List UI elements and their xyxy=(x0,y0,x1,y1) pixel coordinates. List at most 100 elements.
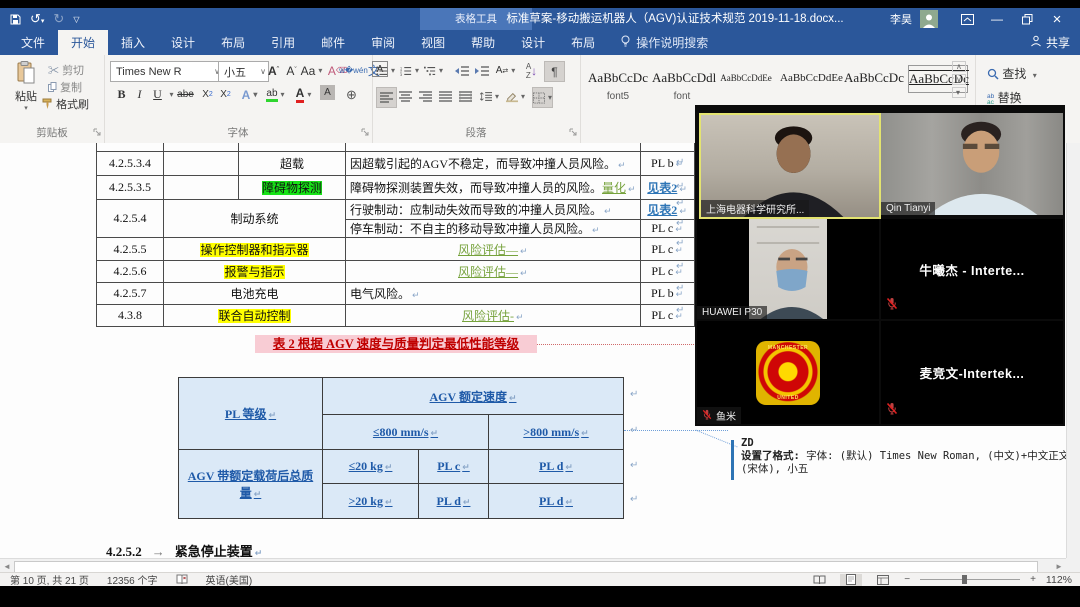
print-layout-icon[interactable] xyxy=(840,574,862,586)
save-icon[interactable] xyxy=(10,14,21,25)
decrease-indent-icon[interactable] xyxy=(452,61,471,80)
participant-tile[interactable]: Qin Tianyi xyxy=(881,113,1063,215)
style-chip[interactable]: AaBbCcDcfont5 xyxy=(588,65,648,107)
tab-view[interactable]: 视图 xyxy=(408,30,458,55)
format-painter-button[interactable]: 格式刷 xyxy=(42,96,89,112)
font-name-select[interactable]: Times New R∨ xyxy=(110,61,223,82)
font-color-icon[interactable]: A▾ xyxy=(294,85,313,104)
bullets-icon[interactable]: ▾ xyxy=(376,61,395,80)
highlight-color-icon[interactable]: ab▾ xyxy=(266,85,285,104)
tab-mailings[interactable]: 邮件 xyxy=(308,30,358,55)
tab-table-layout[interactable]: 布局 xyxy=(558,30,608,55)
read-mode-icon[interactable] xyxy=(808,574,830,586)
font-size-select[interactable]: 小五∨ xyxy=(218,61,269,82)
distribute-icon[interactable] xyxy=(456,87,475,106)
zoom-slider[interactable] xyxy=(920,574,1020,585)
character-shading-icon[interactable]: A xyxy=(320,85,335,100)
show-marks-icon[interactable]: ¶ xyxy=(544,61,565,82)
italic-icon[interactable]: I xyxy=(130,85,149,104)
share-button[interactable]: 共享 xyxy=(1030,30,1070,55)
text-effects-icon[interactable]: A▾ xyxy=(240,85,259,104)
web-layout-icon[interactable] xyxy=(872,574,894,586)
tab-design[interactable]: 设计 xyxy=(158,30,208,55)
style-chip[interactable]: AaBbCcDdlfont xyxy=(652,65,712,107)
font-dialog-launcher-icon[interactable] xyxy=(361,127,369,139)
sort-icon[interactable]: AZ↓ xyxy=(522,61,541,80)
cross-reference-link[interactable]: 见表2 xyxy=(647,181,677,195)
style-chip[interactable]: AaBbCcDdEe xyxy=(780,65,840,107)
ribbon-display-options-icon[interactable] xyxy=(952,8,982,30)
justify-icon[interactable] xyxy=(436,87,455,106)
cross-reference-link[interactable]: 见表2 xyxy=(647,203,677,217)
line-spacing-icon[interactable]: ▾ xyxy=(480,87,499,106)
tab-home[interactable]: 开始 xyxy=(58,30,108,55)
page-indicator[interactable]: 第 10 页, 共 21 页 xyxy=(10,572,89,587)
shrink-font-icon[interactable]: Aˇ xyxy=(282,61,301,80)
tracked-change-text[interactable]: 风险评估— xyxy=(458,265,518,279)
strikethrough-icon[interactable]: abe xyxy=(176,85,195,104)
multilevel-list-icon[interactable]: ▾ xyxy=(424,61,443,80)
styles-scroll-down-icon[interactable]: ∨ xyxy=(952,74,966,85)
styles-scroll-up-icon[interactable]: ∧ xyxy=(952,61,966,72)
scroll-right-icon[interactable]: ► xyxy=(1053,560,1065,572)
horizontal-scrollbar[interactable]: ◄ ► xyxy=(0,558,1066,573)
tab-layout[interactable]: 布局 xyxy=(208,30,258,55)
tracked-change-text[interactable]: 风险评估— xyxy=(458,243,518,257)
replace-button[interactable]: abac 替换 xyxy=(987,89,1022,106)
scroll-left-icon[interactable]: ◄ xyxy=(1,560,13,572)
tab-insert[interactable]: 插入 xyxy=(108,30,158,55)
grow-font-icon[interactable]: Aˆ xyxy=(264,61,283,80)
tab-help[interactable]: 帮助 xyxy=(458,30,508,55)
find-button[interactable]: 查找 ▾ xyxy=(987,65,1037,82)
clipboard-dialog-launcher-icon[interactable] xyxy=(93,127,101,139)
subscript-icon[interactable]: X2 xyxy=(198,85,217,104)
section-heading[interactable]: 4.2.5.2→紧急停止装置↵ xyxy=(106,541,262,558)
enclose-characters-icon[interactable]: ⊕ xyxy=(342,85,361,104)
tab-table-design[interactable]: 设计 xyxy=(508,30,558,55)
tab-references[interactable]: 引用 xyxy=(258,30,308,55)
qat-customize-icon[interactable]: ▽ xyxy=(73,15,79,24)
user-name[interactable]: 李昊 xyxy=(890,11,912,27)
comment[interactable]: ZD 设置了格式: 字体: (默认) Times New Roman, (中文)… xyxy=(741,437,1066,476)
highlighted-text[interactable]: 联合自动控制 xyxy=(218,309,290,323)
zoom-level[interactable]: 112% xyxy=(1046,574,1072,586)
increase-indent-icon[interactable] xyxy=(472,61,491,80)
tab-file[interactable]: 文件 xyxy=(8,30,58,55)
tell-me-search[interactable]: 操作说明搜索 xyxy=(608,30,720,55)
proofing-icon[interactable] xyxy=(176,574,188,585)
table2-caption[interactable]: 表 2 根据 AGV 速度与质量判定最低性能等级 xyxy=(255,335,537,353)
participant-tile[interactable]: 上海电器科学研究所... xyxy=(699,113,881,219)
minimize-icon[interactable]: — xyxy=(982,8,1012,30)
superscript-icon[interactable]: X2 xyxy=(216,85,235,104)
zoom-in-icon[interactable]: + xyxy=(1030,574,1036,585)
language-indicator[interactable]: 英语(美国) xyxy=(206,572,253,587)
redo-icon[interactable]: ↻ xyxy=(53,11,64,27)
tracked-change-link[interactable]: 量化 xyxy=(602,181,626,195)
highlighted-text[interactable]: 报警与指示 xyxy=(224,265,284,279)
restore-icon[interactable] xyxy=(1012,8,1042,30)
phonetic-guide-icon[interactable]: w�wén文 xyxy=(350,61,369,80)
highlighted-text[interactable]: 障碍物探测 xyxy=(262,181,322,195)
tracked-change-text[interactable]: 风险评估- xyxy=(462,309,514,323)
align-center-icon[interactable] xyxy=(396,87,415,106)
vertical-scrollbar[interactable] xyxy=(1066,143,1080,558)
participant-tile[interactable]: MANCHESTER UNITED 鱼米 xyxy=(697,321,879,424)
paragraph-dialog-launcher-icon[interactable] xyxy=(569,127,577,139)
asian-layout-icon[interactable]: A⇄▾ xyxy=(496,61,515,80)
numbering-icon[interactable]: 123▾ xyxy=(400,61,419,80)
align-right-icon[interactable] xyxy=(416,87,435,106)
participant-tile[interactable]: 牛曦杰 - Interte... xyxy=(881,219,1063,319)
cut-button[interactable]: ✂ 剪切 xyxy=(48,62,84,78)
bold-icon[interactable]: B xyxy=(112,85,131,104)
align-left-icon[interactable] xyxy=(376,87,397,108)
copy-button[interactable]: 复制 xyxy=(48,79,82,95)
styles-gallery-expand-icon[interactable]: ▾ xyxy=(952,87,966,98)
avatar[interactable] xyxy=(920,10,938,28)
zoom-slider-thumb[interactable] xyxy=(962,575,967,584)
word-count[interactable]: 12356 个字 xyxy=(107,572,158,587)
participant-tile[interactable]: 麦竞文-Intertek... xyxy=(881,321,1063,424)
close-icon[interactable]: × xyxy=(1042,8,1072,30)
borders-icon[interactable]: ▾ xyxy=(532,87,553,108)
zoom-out-icon[interactable]: − xyxy=(904,574,910,585)
paste-button[interactable]: 粘贴 ▾ xyxy=(8,61,44,112)
